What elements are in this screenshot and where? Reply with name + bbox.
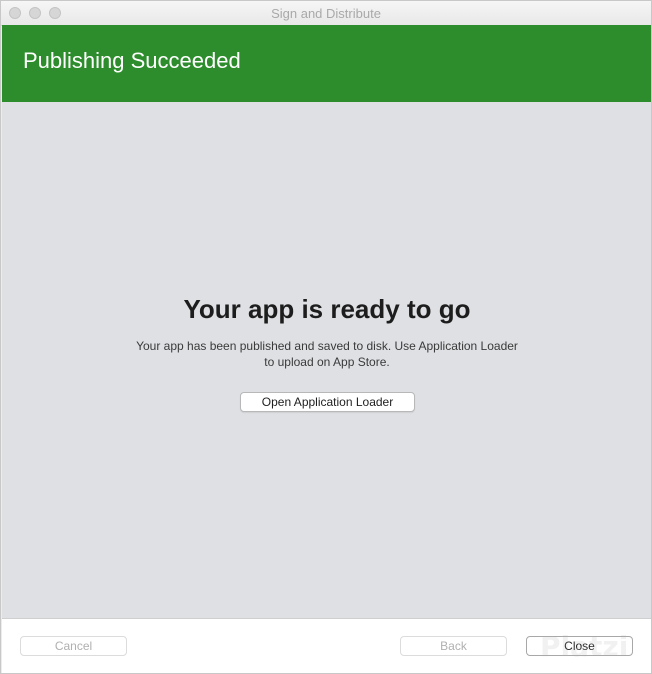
ready-description: Your app has been published and saved to… bbox=[2, 338, 651, 370]
description-line-1: Your app has been published and saved to… bbox=[136, 339, 518, 353]
open-application-loader-button[interactable]: Open Application Loader bbox=[240, 392, 415, 412]
main-content: Your app is ready to go Your app has bee… bbox=[2, 102, 651, 618]
description-line-2: to upload on App Store. bbox=[264, 355, 390, 369]
back-button[interactable]: Back bbox=[400, 636, 507, 656]
status-header: Publishing Succeeded bbox=[2, 25, 651, 102]
window-title: Sign and Distribute bbox=[271, 6, 381, 21]
ready-title: Your app is ready to go bbox=[183, 294, 471, 324]
sign-and-distribute-window: Sign and Distribute Publishing Succeeded… bbox=[0, 0, 652, 674]
platzi-watermark-logo: Platzi bbox=[540, 630, 629, 663]
status-title: Publishing Succeeded bbox=[23, 48, 241, 73]
title-bar: Sign and Distribute bbox=[1, 1, 651, 26]
cancel-button[interactable]: Cancel bbox=[20, 636, 127, 656]
